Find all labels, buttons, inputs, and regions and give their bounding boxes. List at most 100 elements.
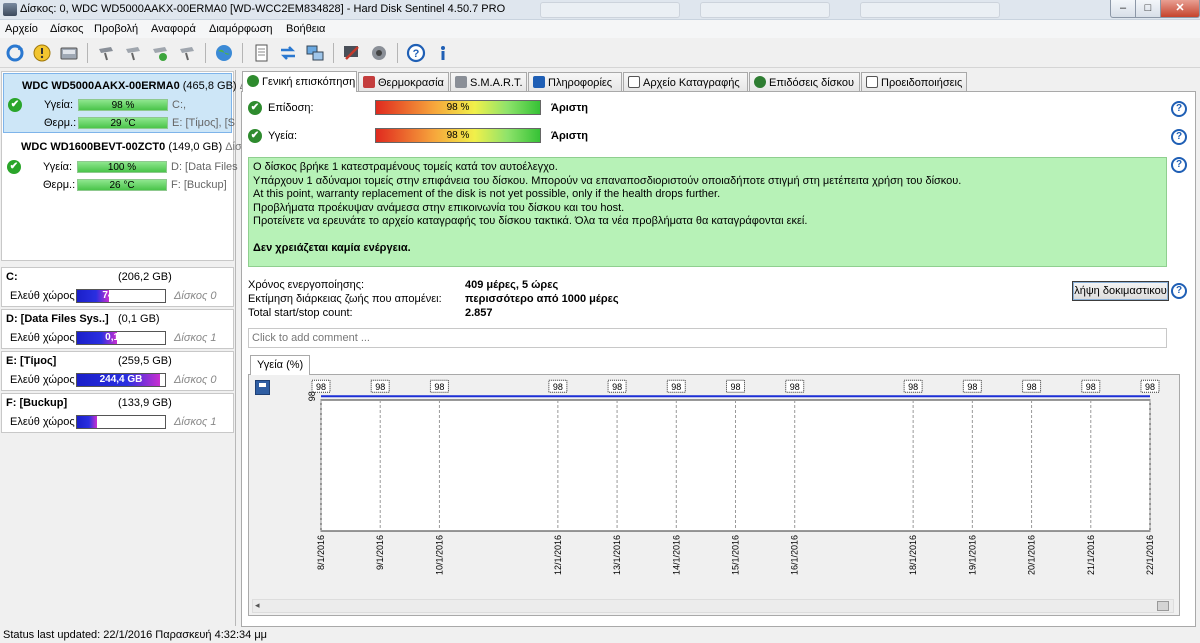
smart-icon xyxy=(455,76,467,88)
tab-overview[interactable]: Γενική επισκόπηση xyxy=(242,71,357,92)
y-tick-label: 98 xyxy=(307,391,317,401)
svg-text:?: ? xyxy=(413,48,420,60)
status-message: Προτείνετε να ερευνάτε το αρχείο καταγρα… xyxy=(253,215,808,227)
close-button[interactable]: ✕ xyxy=(1160,0,1200,18)
data-label: 98 xyxy=(1145,382,1155,392)
globe-icon[interactable] xyxy=(212,41,236,65)
volume-disk: Δίσκος 1 xyxy=(174,332,217,344)
background-tab xyxy=(860,2,1000,18)
recommended-action: Δεν χρειάζεται καμία ενέργεια. xyxy=(253,241,411,254)
menu-file[interactable]: Αρχείο xyxy=(5,23,38,35)
temperature-label: Θερμ.: xyxy=(44,117,77,129)
info-icon xyxy=(533,76,545,88)
test-button[interactable]: λήψη δοκιμαστικου xyxy=(1072,281,1169,301)
maximize-button[interactable]: □ xyxy=(1135,0,1161,18)
separator xyxy=(397,43,398,63)
volume-disk: Δίσκος 0 xyxy=(174,374,217,386)
help-icon[interactable]: ? xyxy=(1171,101,1187,117)
data-label: 98 xyxy=(375,382,385,392)
menu-configuration[interactable]: Διαμόρφωση xyxy=(209,23,273,35)
volume-item[interactable]: C: (206,2 GB) Ελεύθ χώρος 74,0 GB Δίσκος… xyxy=(1,267,234,307)
separator xyxy=(205,43,206,63)
tab-information[interactable]: Πληροφορίες xyxy=(528,72,622,92)
scroll-thumb[interactable] xyxy=(1157,601,1169,611)
volume-size: (206,2 GB) xyxy=(118,271,172,283)
disk-item[interactable]: WDC WD1600BEVT-00ZCT0 (149,0 GB) Δίσ ✔ Υ… xyxy=(3,135,242,195)
help-icon[interactable]: ? xyxy=(1171,129,1187,145)
health-ok-icon: ✔ xyxy=(8,98,22,112)
free-space-value: 244,4 GB xyxy=(99,374,143,385)
transfer-icon[interactable] xyxy=(276,41,300,65)
disk-item[interactable]: WDC WD5000AAKX-00ERMA0 (465,8 GB) Δ ✔ Υγ… xyxy=(3,73,247,133)
health-ok-icon: ✔ xyxy=(248,129,262,143)
data-label: 98 xyxy=(1086,382,1096,392)
horizontal-scrollbar[interactable]: ◂ xyxy=(252,599,1174,613)
comment-field[interactable]: Click to add comment ... xyxy=(248,328,1167,348)
status-message: Ο δίσκος βρήκε 1 κατεστραμένους τομείς κ… xyxy=(253,161,558,173)
startstop-value: 2.857 xyxy=(465,307,493,319)
x-tick-label: 9/1/2016 xyxy=(375,535,385,570)
data-label: 98 xyxy=(671,382,681,392)
data-label: 98 xyxy=(908,382,918,392)
disk-volumes: E: [Τίμος], [S xyxy=(172,117,235,129)
free-space-value: 31,2 GB xyxy=(102,416,140,427)
volume-name: F: [Buckup] xyxy=(6,397,68,409)
help-icon[interactable]: ? xyxy=(1171,283,1187,299)
data-label: 98 xyxy=(434,382,444,392)
health-label: Υγεία: xyxy=(44,99,74,111)
lifetime-value: περισσότερο από 1000 μέρες xyxy=(465,293,619,305)
sensor-icon-4[interactable] xyxy=(175,41,199,65)
health-ok-icon: ✔ xyxy=(7,160,21,174)
free-space-value: 0,1 GB xyxy=(105,332,137,343)
tab-disk-performance[interactable]: Επιδόσεις δίσκου xyxy=(749,72,860,92)
sensor-icon-3[interactable] xyxy=(148,41,172,65)
refresh-icon[interactable] xyxy=(3,41,27,65)
data-label: 98 xyxy=(553,382,563,392)
volume-item[interactable]: F: [Buckup] (133,9 GB) Ελεύθ χώρος 31,2 … xyxy=(1,393,234,433)
warning-icon[interactable] xyxy=(30,41,54,65)
menu-help[interactable]: Βοήθεια xyxy=(286,23,325,35)
status-message-box: Ο δίσκος βρήκε 1 κατεστραμένους τομείς κ… xyxy=(248,157,1167,267)
tab-smart[interactable]: S.M.A.R.T. xyxy=(450,72,527,92)
scroll-left-icon[interactable]: ◂ xyxy=(255,600,260,611)
help-icon[interactable]: ? xyxy=(404,41,428,65)
tab-temperature[interactable]: Θερμοκρασία xyxy=(358,72,449,92)
x-tick-label: 12/1/2016 xyxy=(553,535,563,575)
tab-health-chart[interactable]: Υγεία (%) xyxy=(250,355,311,375)
sensor-icon[interactable] xyxy=(94,41,118,65)
minimize-button[interactable]: ‒ xyxy=(1110,0,1136,18)
performance-rating: Άριστη xyxy=(551,102,588,114)
tab-log[interactable]: Αρχείο Καταγραφής xyxy=(623,72,748,92)
check-icon xyxy=(247,75,259,87)
window-title: Δίσκος: 0, WDC WD5000AAKX-00ERMA0 [WD-WC… xyxy=(20,3,506,15)
volume-item[interactable]: D: [Data Files Sys..] (0,1 GB) Ελεύθ χώρ… xyxy=(1,309,234,349)
help-icon[interactable]: ? xyxy=(1171,157,1187,173)
x-tick-label: 20/1/2016 xyxy=(1027,535,1037,575)
toolbar: ? xyxy=(0,38,1200,68)
info-icon[interactable] xyxy=(431,41,455,65)
menu-disk[interactable]: Δίσκος xyxy=(50,23,83,35)
free-space-label: Ελεύθ χώρος xyxy=(10,332,75,344)
disk-icon[interactable] xyxy=(57,41,81,65)
volume-name: D: [Data Files Sys..] xyxy=(6,313,109,325)
configure-icon[interactable] xyxy=(340,41,364,65)
volume-disk: Δίσκος 1 xyxy=(174,416,217,428)
health-bar: 98 % xyxy=(78,99,168,111)
left-panel: WDC WD5000AAKX-00ERMA0 (465,8 GB) Δ ✔ Υγ… xyxy=(0,70,247,626)
separator xyxy=(87,43,88,63)
free-space-label: Ελεύθ χώρος xyxy=(10,416,75,428)
document-icon[interactable] xyxy=(249,41,273,65)
health-bar: 100 % xyxy=(77,161,167,173)
menu-report[interactable]: Αναφορά xyxy=(151,23,196,35)
health-rating: Άριστη xyxy=(551,130,588,142)
menu-view[interactable]: Προβολή xyxy=(94,23,138,35)
temperature-bar: 26 °C xyxy=(77,179,167,191)
volume-item[interactable]: E: [Τίμος] (259,5 GB) Ελεύθ χώρος 244,4 … xyxy=(1,351,234,391)
data-label: 98 xyxy=(967,382,977,392)
tab-alerts[interactable]: Προειδοποιήσεις xyxy=(861,72,967,92)
title-bar: Δίσκος: 0, WDC WD5000AAKX-00ERMA0 [WD-WC… xyxy=(0,0,1200,20)
sensor-icon-2[interactable] xyxy=(121,41,145,65)
network-icon[interactable] xyxy=(303,41,327,65)
x-tick-label: 13/1/2016 xyxy=(612,535,622,575)
speaker-icon[interactable] xyxy=(367,41,391,65)
